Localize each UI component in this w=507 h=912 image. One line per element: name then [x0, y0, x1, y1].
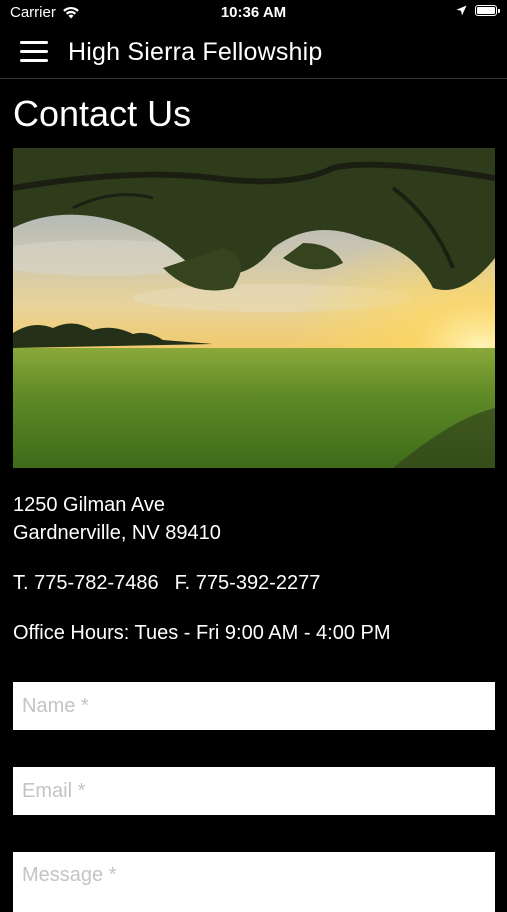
name-field[interactable] [13, 682, 495, 730]
status-bar: Carrier 10:36 AM [0, 0, 507, 28]
status-time: 10:36 AM [220, 4, 287, 21]
email-field[interactable] [13, 767, 495, 815]
location-arrow-icon [456, 5, 467, 16]
office-hours: Office Hours: Tues - Fri 9:00 AM - 4:00 … [13, 622, 391, 644]
fax-number: F. 775-392-2277 [174, 572, 321, 594]
page-title: Contact Us [13, 93, 192, 134]
status-right [456, 5, 500, 16]
address-line-2: Gardnerville, NV 89410 [13, 522, 221, 544]
nav-bar: High Sierra Fellowship [0, 28, 507, 79]
battery-icon [475, 5, 500, 16]
phone-number[interactable]: T. 775-782-7486 [13, 572, 159, 594]
hero-image [13, 148, 495, 468]
nav-title: High Sierra Fellowship [68, 38, 323, 66]
address-line-1: 1250 Gilman Ave [13, 494, 165, 516]
message-field[interactable] [13, 852, 495, 912]
phone-fax-row: T. 775-782-7486 F. 775-392-2277 [13, 572, 320, 595]
hamburger-menu-icon[interactable] [20, 41, 48, 65]
